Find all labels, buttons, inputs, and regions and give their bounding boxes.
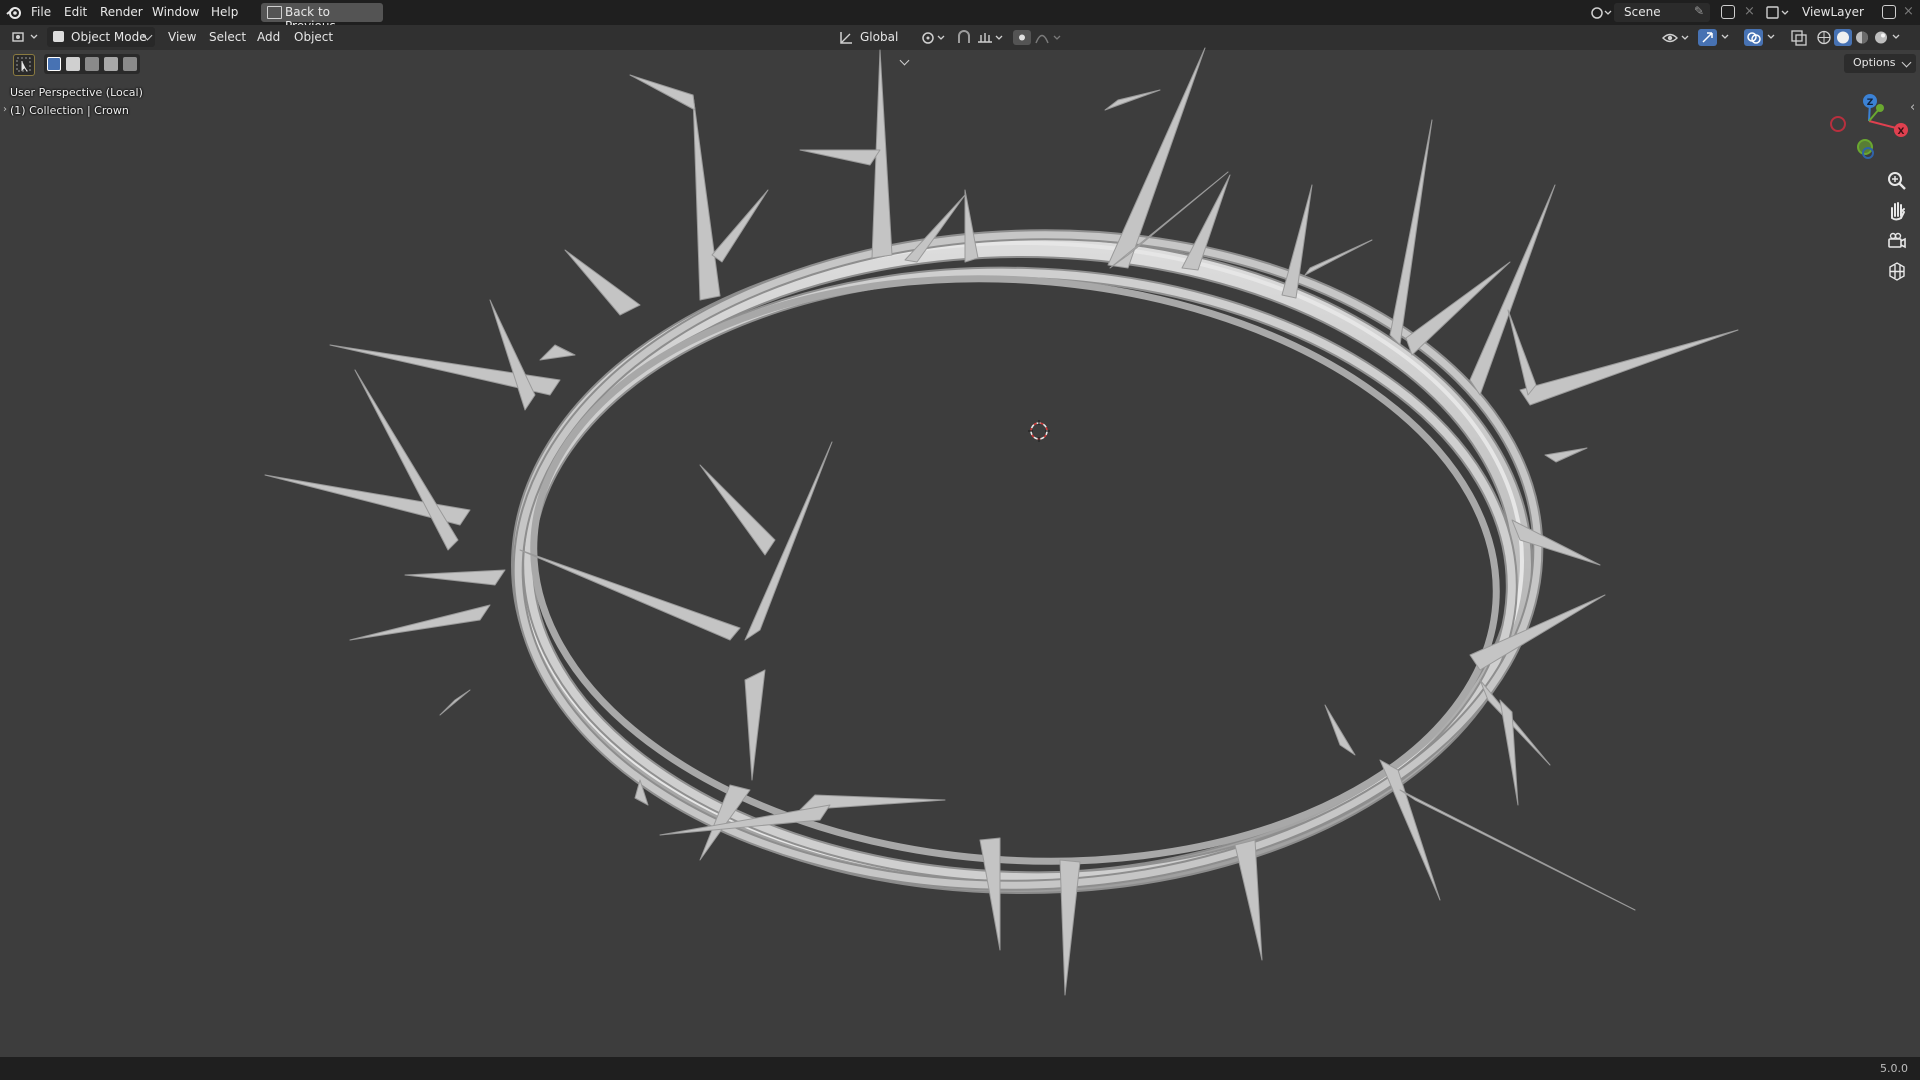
pan-button[interactable] [1884, 198, 1910, 224]
3d-cursor-icon[interactable] [1028, 420, 1050, 442]
pan-hand-icon [1891, 202, 1905, 221]
camera-icon [1888, 232, 1906, 249]
ortho-toggle-button[interactable] [1884, 258, 1910, 284]
crown-mesh-viewport[interactable] [0, 0, 1920, 1080]
zoom-button[interactable] [1884, 168, 1910, 194]
z-axis-label: Z [1867, 98, 1874, 108]
navigation-gizmo[interactable]: Z X [1830, 88, 1910, 164]
ortho-grid-icon [1889, 262, 1905, 281]
camera-view-button[interactable] [1884, 228, 1910, 254]
zoom-icon [1888, 172, 1906, 190]
version-label: 5.0.0 [1880, 1062, 1908, 1075]
x-axis-label: X [1898, 127, 1905, 137]
sidebar-toggle-icon[interactable]: ‹ [1910, 100, 1915, 115]
status-bar: 5.0.0 [0, 1057, 1920, 1080]
